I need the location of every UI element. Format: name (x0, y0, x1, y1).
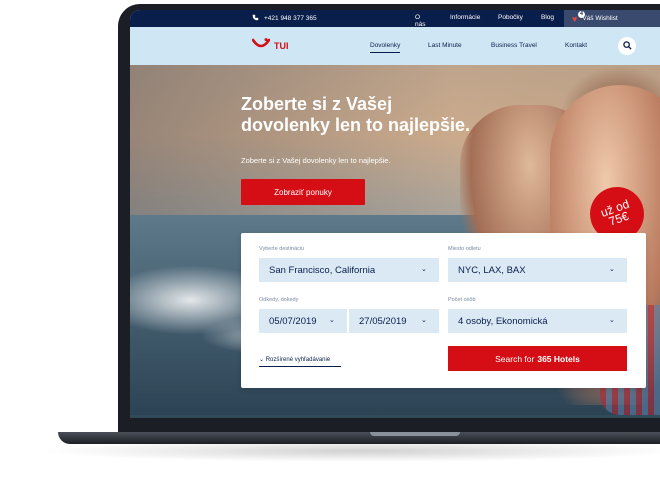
departure-value: NYC, LAX, BAX (458, 264, 526, 276)
phone-icon (252, 14, 259, 23)
price-badge-value: 75€ (606, 208, 631, 229)
date-to-picker[interactable]: 27/05/2019 ⌄ (349, 309, 439, 333)
utility-link-about[interactable]: O nás (415, 14, 425, 28)
utility-link-info[interactable]: Informácie (450, 14, 480, 21)
search-icon (622, 37, 632, 55)
laptop-base (58, 432, 660, 444)
departure-select[interactable]: NYC, LAX, BAX ⌄ (448, 258, 627, 282)
heart-icon: ♥ 4 (572, 10, 585, 24)
chevron-down-icon: ⌄ (259, 357, 265, 363)
dates-label: Odkedy, dokedy (259, 297, 299, 303)
nav-item-contact[interactable]: Kontakt (565, 42, 587, 49)
persons-label: Počet osôb (448, 297, 476, 303)
show-offers-button[interactable]: Zobraziť ponuky (241, 179, 365, 205)
nav-item-last-minute[interactable]: Last Minute (428, 42, 462, 49)
main-navbar: TUI Dovolenky Last Minute Business Trave… (130, 27, 660, 65)
search-submit-button[interactable]: Search for 365 Hotels (448, 346, 627, 371)
search-panel: Vyberte destináciu San Francisco, Califo… (241, 233, 646, 388)
destination-value: San Francisco, California (269, 264, 376, 276)
persons-value: 4 osoby, Ekonomická (458, 315, 548, 327)
date-from-value: 05/07/2019 (269, 315, 317, 327)
phone-contact[interactable]: +421 948 377 365 (252, 14, 317, 23)
hero-title-line: dovolenky len to najlepšie. (241, 115, 471, 135)
nav-item-business-travel[interactable]: Business Travel (491, 42, 537, 49)
hero-title-line: Zoberte si z Vašej (241, 94, 393, 114)
hero-subtitle: Zoberte si z Vašej dovolenky len to najl… (241, 156, 391, 165)
submit-hotel-count: 365 Hotels (537, 353, 580, 364)
wishlist-button[interactable]: ♥ 4 Váš Wishlist (564, 10, 660, 27)
date-from-picker[interactable]: 05/07/2019 ⌄ (259, 309, 347, 333)
advanced-search-label: Rozšírené vyhľadávanie (265, 357, 331, 363)
destination-select[interactable]: San Francisco, California ⌄ (259, 258, 439, 282)
chevron-down-icon: ⌄ (329, 317, 335, 324)
phone-number: +421 948 377 365 (264, 15, 317, 22)
chevron-down-icon: ⌄ (609, 266, 615, 273)
chevron-down-icon: ⌄ (421, 317, 427, 324)
submit-prefix: Search for (495, 353, 535, 364)
nav-item-vacations[interactable]: Dovolenky (370, 42, 401, 53)
laptop-base-notch (370, 432, 460, 436)
tui-smile-icon (251, 37, 271, 55)
top-utility-bar: +421 948 377 365 O nás Informácie Pobočk… (130, 10, 660, 28)
advanced-search-toggle[interactable]: ⌄ Rozšírené vyhľadávanie (259, 356, 341, 367)
wishlist-count-badge: 4 (578, 10, 585, 18)
laptop-screen: +421 948 377 365 O nás Informácie Pobočk… (130, 10, 660, 418)
destination-label: Vyberte destináciu (259, 246, 305, 252)
persons-select[interactable]: 4 osoby, Ekonomická ⌄ (448, 309, 627, 333)
utility-link-blog[interactable]: Blog (541, 14, 554, 21)
hero-banner: Zoberte si z Vašej dovolenky len to najl… (130, 65, 660, 418)
wishlist-label: Váš Wishlist (582, 15, 618, 22)
tui-logo[interactable]: TUI (251, 37, 289, 55)
search-button[interactable] (618, 37, 636, 55)
date-to-value: 27/05/2019 (359, 315, 407, 327)
chevron-down-icon: ⌄ (421, 266, 427, 273)
hero-title: Zoberte si z Vašej dovolenky len to najl… (241, 94, 470, 136)
chevron-down-icon: ⌄ (609, 317, 615, 324)
logo-text: TUI (274, 41, 289, 51)
utility-link-branches[interactable]: Pobočky (498, 14, 523, 21)
departure-label: Miesto odletu (448, 246, 481, 252)
